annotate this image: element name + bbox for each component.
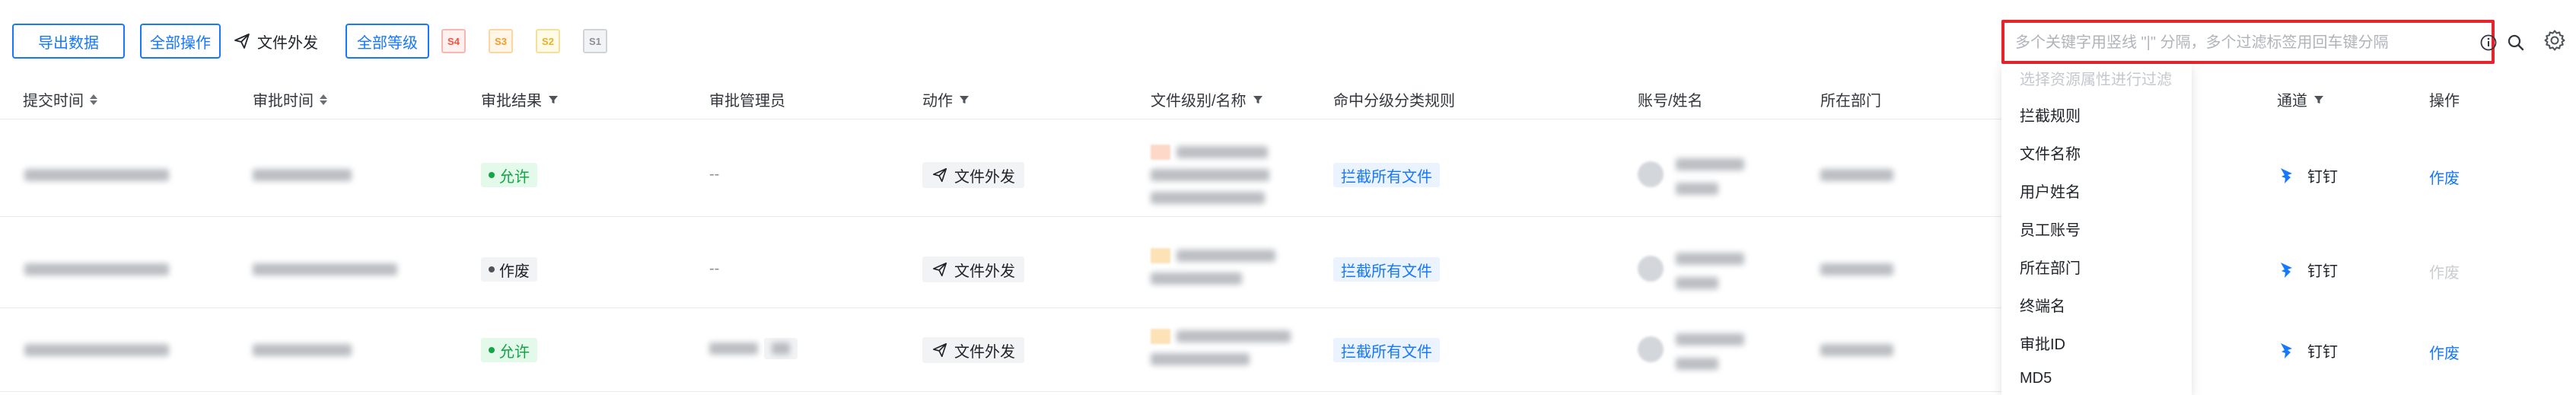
send-icon	[932, 342, 947, 358]
file-name-redacted	[1177, 330, 1291, 342]
settings-gear-icon[interactable]	[2543, 29, 2566, 52]
file-level-badge	[1151, 248, 1170, 263]
file-level-badge	[1151, 329, 1170, 344]
send-icon	[932, 167, 947, 183]
rule-tag[interactable]: 拦截所有文件	[1333, 338, 1440, 362]
department-redacted	[1820, 169, 1893, 181]
approve-time-redacted	[253, 263, 397, 276]
name-redacted	[1676, 277, 1718, 289]
all-actions-filter-button[interactable]: 全部操作	[140, 24, 221, 59]
dropdown-item-user-name[interactable]: 用户姓名	[2020, 180, 2081, 202]
header-channel[interactable]: 通道	[2277, 88, 2324, 110]
rule-tag[interactable]: 拦截所有文件	[1333, 257, 1440, 282]
header-operation: 操作	[2429, 93, 2460, 110]
channel-cell: 钉钉	[2278, 259, 2338, 281]
filter-icon[interactable]	[548, 94, 559, 105]
dropdown-item-employee-account[interactable]: 员工账号	[2020, 218, 2081, 240]
avatar	[1638, 161, 1664, 187]
level-s3-filter[interactable]: S3	[489, 29, 513, 53]
divider	[0, 391, 2001, 392]
all-levels-filter-button[interactable]: 全部等级	[345, 24, 429, 59]
sort-icon[interactable]	[320, 94, 327, 105]
dropdown-item-md5[interactable]: MD5	[2020, 370, 2052, 387]
account-redacted	[1676, 333, 1744, 346]
send-icon	[932, 262, 947, 277]
filter-attribute-dropdown: 选择资源属性进行过滤 拦截规则 文件名称 用户姓名 员工账号 所在部门 终端名 …	[2001, 64, 2192, 395]
submit-time-redacted	[24, 344, 169, 356]
avatar	[1638, 336, 1664, 362]
file-name-redacted	[1151, 192, 1265, 204]
header-approval-result[interactable]: 审批结果	[481, 88, 559, 110]
dingtalk-icon	[2281, 342, 2292, 358]
dingtalk-icon	[2281, 167, 2292, 183]
result-badge: 作废	[481, 257, 537, 282]
header-submit-time[interactable]: 提交时间	[23, 88, 97, 110]
void-link[interactable]: 作废	[2429, 341, 2460, 363]
submit-time-redacted	[24, 263, 169, 276]
dropdown-item-department[interactable]: 所在部门	[2020, 256, 2081, 278]
action-badge: 文件外发	[922, 256, 1024, 282]
result-badge: 允许	[481, 338, 537, 362]
channel-cell: 钉钉	[2278, 339, 2338, 362]
void-link-disabled: 作废	[2429, 265, 2460, 282]
file-name-redacted	[1177, 250, 1275, 262]
approval-admin-redacted	[709, 342, 758, 355]
header-file-level-name[interactable]: 文件级别/名称	[1151, 88, 1263, 110]
filter-icon[interactable]	[1253, 94, 1263, 105]
file-name-redacted	[1177, 146, 1268, 158]
search-input[interactable]	[2014, 27, 2428, 58]
file-name-redacted	[1151, 353, 1250, 365]
approve-time-redacted	[253, 344, 352, 356]
rule-tag[interactable]: 拦截所有文件	[1333, 163, 1440, 187]
header-action[interactable]: 动作	[922, 88, 970, 110]
account-redacted	[1676, 253, 1744, 265]
dingtalk-icon	[2281, 262, 2292, 278]
level-s2-filter[interactable]: S2	[536, 29, 560, 53]
file-level-badge	[1151, 145, 1170, 160]
submit-time-redacted	[24, 169, 169, 181]
divider	[0, 216, 2001, 217]
file-send-filter-label: 文件外发	[257, 34, 318, 52]
action-badge: 文件外发	[922, 337, 1024, 363]
channel-cell: 钉钉	[2278, 164, 2338, 186]
filter-icon[interactable]	[2313, 94, 2324, 105]
department-redacted	[1820, 263, 1893, 276]
void-link[interactable]: 作废	[2429, 166, 2460, 188]
search-box[interactable]	[2001, 20, 2524, 64]
info-icon[interactable]	[2479, 33, 2498, 52]
divider	[0, 307, 2001, 308]
approval-admin: --	[709, 166, 720, 183]
header-department: 所在部门	[1820, 93, 1881, 110]
approval-admin-tag	[764, 338, 798, 359]
level-s1-filter[interactable]: S1	[583, 29, 607, 53]
file-name-redacted	[1151, 272, 1242, 285]
header-account-name: 账号/姓名	[1638, 93, 1703, 110]
search-icon[interactable]	[2507, 33, 2525, 52]
avatar	[1638, 256, 1664, 282]
result-badge: 允许	[481, 163, 537, 187]
dropdown-hint: 选择资源属性进行过滤	[2020, 72, 2172, 88]
header-approve-time[interactable]: 审批时间	[253, 88, 327, 110]
name-redacted	[1676, 358, 1718, 370]
dropdown-item-block-rule[interactable]: 拦截规则	[2020, 104, 2081, 126]
header-matched-rule: 命中分级分类规则	[1333, 93, 1455, 110]
header-approval-admin: 审批管理员	[709, 93, 785, 110]
account-redacted	[1676, 158, 1744, 170]
approve-time-redacted	[253, 169, 352, 181]
department-redacted	[1820, 344, 1893, 356]
action-badge: 文件外发	[922, 162, 1024, 188]
dropdown-item-terminal-name[interactable]: 终端名	[2020, 294, 2065, 316]
file-send-filter-button[interactable]: 文件外发	[233, 24, 332, 59]
dropdown-item-file-name[interactable]: 文件名称	[2020, 142, 2081, 164]
send-icon	[234, 33, 250, 49]
approval-admin: --	[709, 260, 720, 277]
export-data-button[interactable]: 导出数据	[12, 24, 125, 59]
sort-icon[interactable]	[90, 94, 97, 105]
level-s4-filter[interactable]: S4	[441, 29, 466, 53]
name-redacted	[1676, 183, 1718, 195]
dropdown-item-approval-id[interactable]: 审批ID	[2020, 332, 2065, 354]
filter-icon[interactable]	[959, 94, 970, 105]
file-name-redacted	[1151, 169, 1269, 181]
